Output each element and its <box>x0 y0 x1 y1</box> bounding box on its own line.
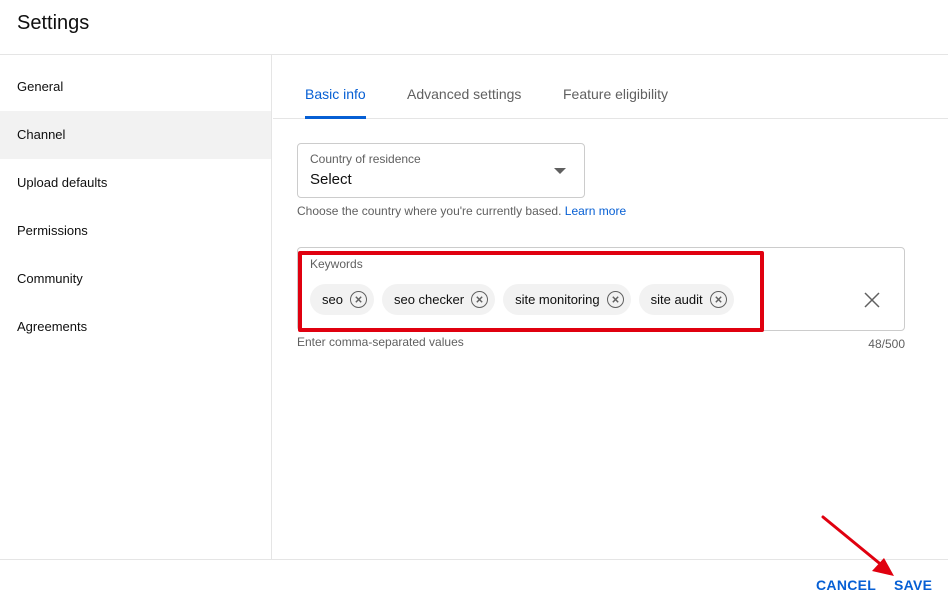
sidebar-item-channel[interactable]: Channel <box>0 111 271 159</box>
country-select-label: Country of residence <box>310 152 421 166</box>
remove-chip-icon[interactable] <box>471 291 489 308</box>
keyword-chip-text: seo checker <box>393 292 465 307</box>
keyword-chip: seo <box>310 284 374 315</box>
country-help-text: Choose the country where you're currentl… <box>297 204 626 218</box>
keyword-chips: seo seo checker site monitoring site aud… <box>310 284 734 315</box>
keyword-chip: site audit <box>638 284 734 315</box>
country-select-value: Select <box>310 171 352 188</box>
keyword-chip-text: seo <box>322 292 343 307</box>
cancel-button[interactable]: CANCEL <box>816 577 876 593</box>
country-help-label: Choose the country where you're currentl… <box>297 204 562 218</box>
sidebar-item-upload-defaults[interactable]: Upload defaults <box>0 159 271 207</box>
keyword-chip-text: site monitoring <box>515 292 600 307</box>
sidebar-item-agreements[interactable]: Agreements <box>0 303 271 351</box>
keywords-character-count: 48/500 <box>868 337 905 351</box>
tab-advanced-settings[interactable]: Advanced settings <box>407 55 521 119</box>
save-button[interactable]: SAVE <box>894 577 932 593</box>
settings-sidebar: General Channel Upload defaults Permissi… <box>0 55 272 559</box>
clear-keywords-icon[interactable] <box>861 289 883 311</box>
keyword-chip: seo checker <box>381 284 496 315</box>
keywords-help-text: Enter comma-separated values <box>297 335 464 349</box>
country-select[interactable]: Country of residence Select <box>297 143 585 198</box>
settings-header: Settings <box>0 0 948 55</box>
dialog-footer: CANCEL SAVE <box>0 559 948 607</box>
sidebar-item-community[interactable]: Community <box>0 255 271 303</box>
remove-chip-icon[interactable] <box>606 291 624 308</box>
keyword-chip: site monitoring <box>503 284 631 315</box>
learn-more-link[interactable]: Learn more <box>565 204 626 218</box>
page-title: Settings <box>17 12 90 34</box>
sidebar-item-permissions[interactable]: Permissions <box>0 207 271 255</box>
keywords-label: Keywords <box>310 257 363 271</box>
keywords-field[interactable]: Keywords seo seo checker site monitoring… <box>297 247 905 331</box>
caret-down-icon <box>554 168 566 174</box>
tab-basic-info[interactable]: Basic info <box>305 55 366 119</box>
remove-chip-icon[interactable] <box>709 291 727 308</box>
remove-chip-icon[interactable] <box>349 291 367 308</box>
tab-bar: Basic info Advanced settings Feature eli… <box>273 55 948 119</box>
sidebar-item-general[interactable]: General <box>0 63 271 111</box>
keyword-chip-text: site audit <box>650 292 703 307</box>
tab-feature-eligibility[interactable]: Feature eligibility <box>563 55 668 119</box>
